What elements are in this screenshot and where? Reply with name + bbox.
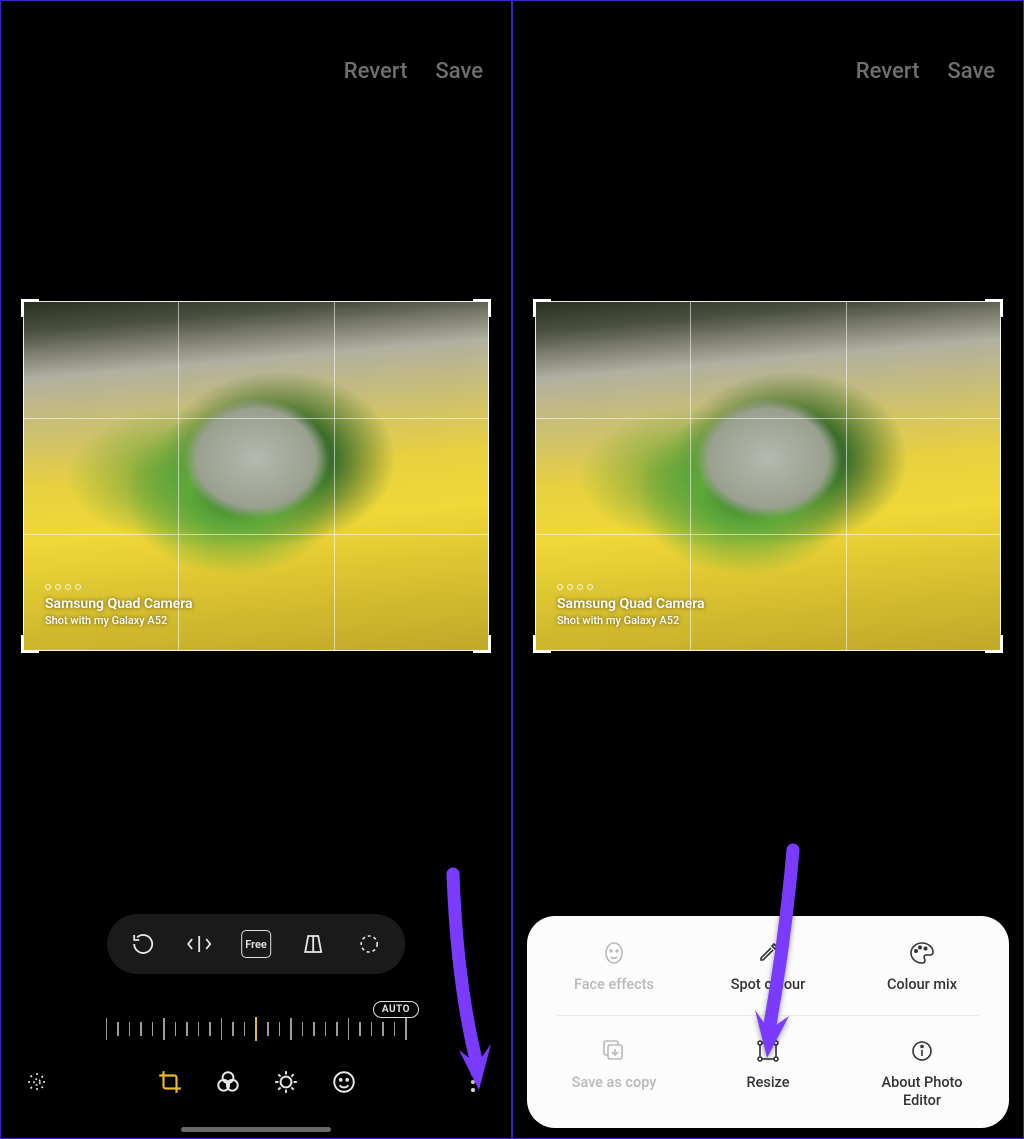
more-options-button[interactable] xyxy=(463,1072,483,1092)
aspect-ratio-button[interactable]: Free xyxy=(241,930,271,958)
about-label: About Photo Editor xyxy=(867,1074,977,1110)
info-icon xyxy=(909,1038,935,1064)
sticker-tab-icon[interactable] xyxy=(330,1068,358,1096)
photo-preview: Samsung Quad Camera Shot with my Galaxy … xyxy=(23,301,489,651)
image-canvas[interactable]: Samsung Quad Camera Shot with my Galaxy … xyxy=(23,301,489,651)
watermark-title: Samsung Quad Camera xyxy=(557,596,705,612)
editor-screen-right: Revert Save Samsung Quad Camera Shot wit… xyxy=(512,0,1024,1139)
perspective-icon[interactable] xyxy=(299,930,327,958)
top-actions: Revert Save xyxy=(344,59,483,84)
popup-divider xyxy=(557,1015,979,1016)
adjust-tab-icon[interactable] xyxy=(272,1068,300,1096)
top-actions: Revert Save xyxy=(856,59,995,84)
image-canvas[interactable]: Samsung Quad Camera Shot with my Galaxy … xyxy=(535,301,1001,651)
colour-mix-button[interactable]: Colour mix xyxy=(846,940,998,993)
resize-button[interactable]: Resize xyxy=(692,1038,844,1091)
resize-label: Resize xyxy=(746,1074,789,1091)
revert-button[interactable]: Revert xyxy=(344,59,408,84)
watermark-subtitle: Shot with my Galaxy A52 xyxy=(45,614,193,627)
face-effects-icon xyxy=(601,940,627,966)
face-effects-label: Face effects xyxy=(574,976,654,993)
gesture-bar[interactable] xyxy=(181,1127,331,1132)
colour-mix-label: Colour mix xyxy=(887,976,957,993)
auto-enhance-icon[interactable] xyxy=(23,1068,51,1096)
lasso-icon[interactable] xyxy=(355,930,383,958)
revert-button[interactable]: Revert xyxy=(856,59,920,84)
crop-toolbar: Free xyxy=(107,914,405,974)
watermark: Samsung Quad Camera Shot with my Galaxy … xyxy=(557,584,705,627)
editor-screen-left: Revert Save Samsung Quad Camera Shot wit… xyxy=(0,0,512,1139)
eyedropper-icon xyxy=(755,940,781,966)
watermark-subtitle: Shot with my Galaxy A52 xyxy=(557,614,705,627)
crop-tab-icon[interactable] xyxy=(156,1068,184,1096)
rotation-ruler[interactable] xyxy=(77,1016,435,1042)
more-options-sheet: Face effects Spot colour Colour mix xyxy=(527,916,1009,1128)
filter-tab-icon[interactable] xyxy=(214,1068,242,1096)
spot-colour-button[interactable]: Spot colour xyxy=(692,940,844,993)
flip-icon[interactable] xyxy=(185,930,213,958)
save-copy-icon xyxy=(601,1038,627,1064)
spot-colour-label: Spot colour xyxy=(731,976,806,993)
photo-preview: Samsung Quad Camera Shot with my Galaxy … xyxy=(535,301,1001,651)
bottom-nav xyxy=(1,1058,511,1106)
palette-icon xyxy=(909,940,935,966)
save-button[interactable]: Save xyxy=(947,59,995,84)
watermark-title: Samsung Quad Camera xyxy=(45,596,193,612)
save-as-copy-label: Save as copy xyxy=(572,1074,657,1091)
resize-icon xyxy=(755,1038,781,1064)
save-button[interactable]: Save xyxy=(435,59,483,84)
face-effects-button: Face effects xyxy=(538,940,690,993)
rotate-icon[interactable] xyxy=(129,930,157,958)
about-button[interactable]: About Photo Editor xyxy=(846,1038,998,1110)
watermark: Samsung Quad Camera Shot with my Galaxy … xyxy=(45,584,193,627)
save-as-copy-button: Save as copy xyxy=(538,1038,690,1091)
